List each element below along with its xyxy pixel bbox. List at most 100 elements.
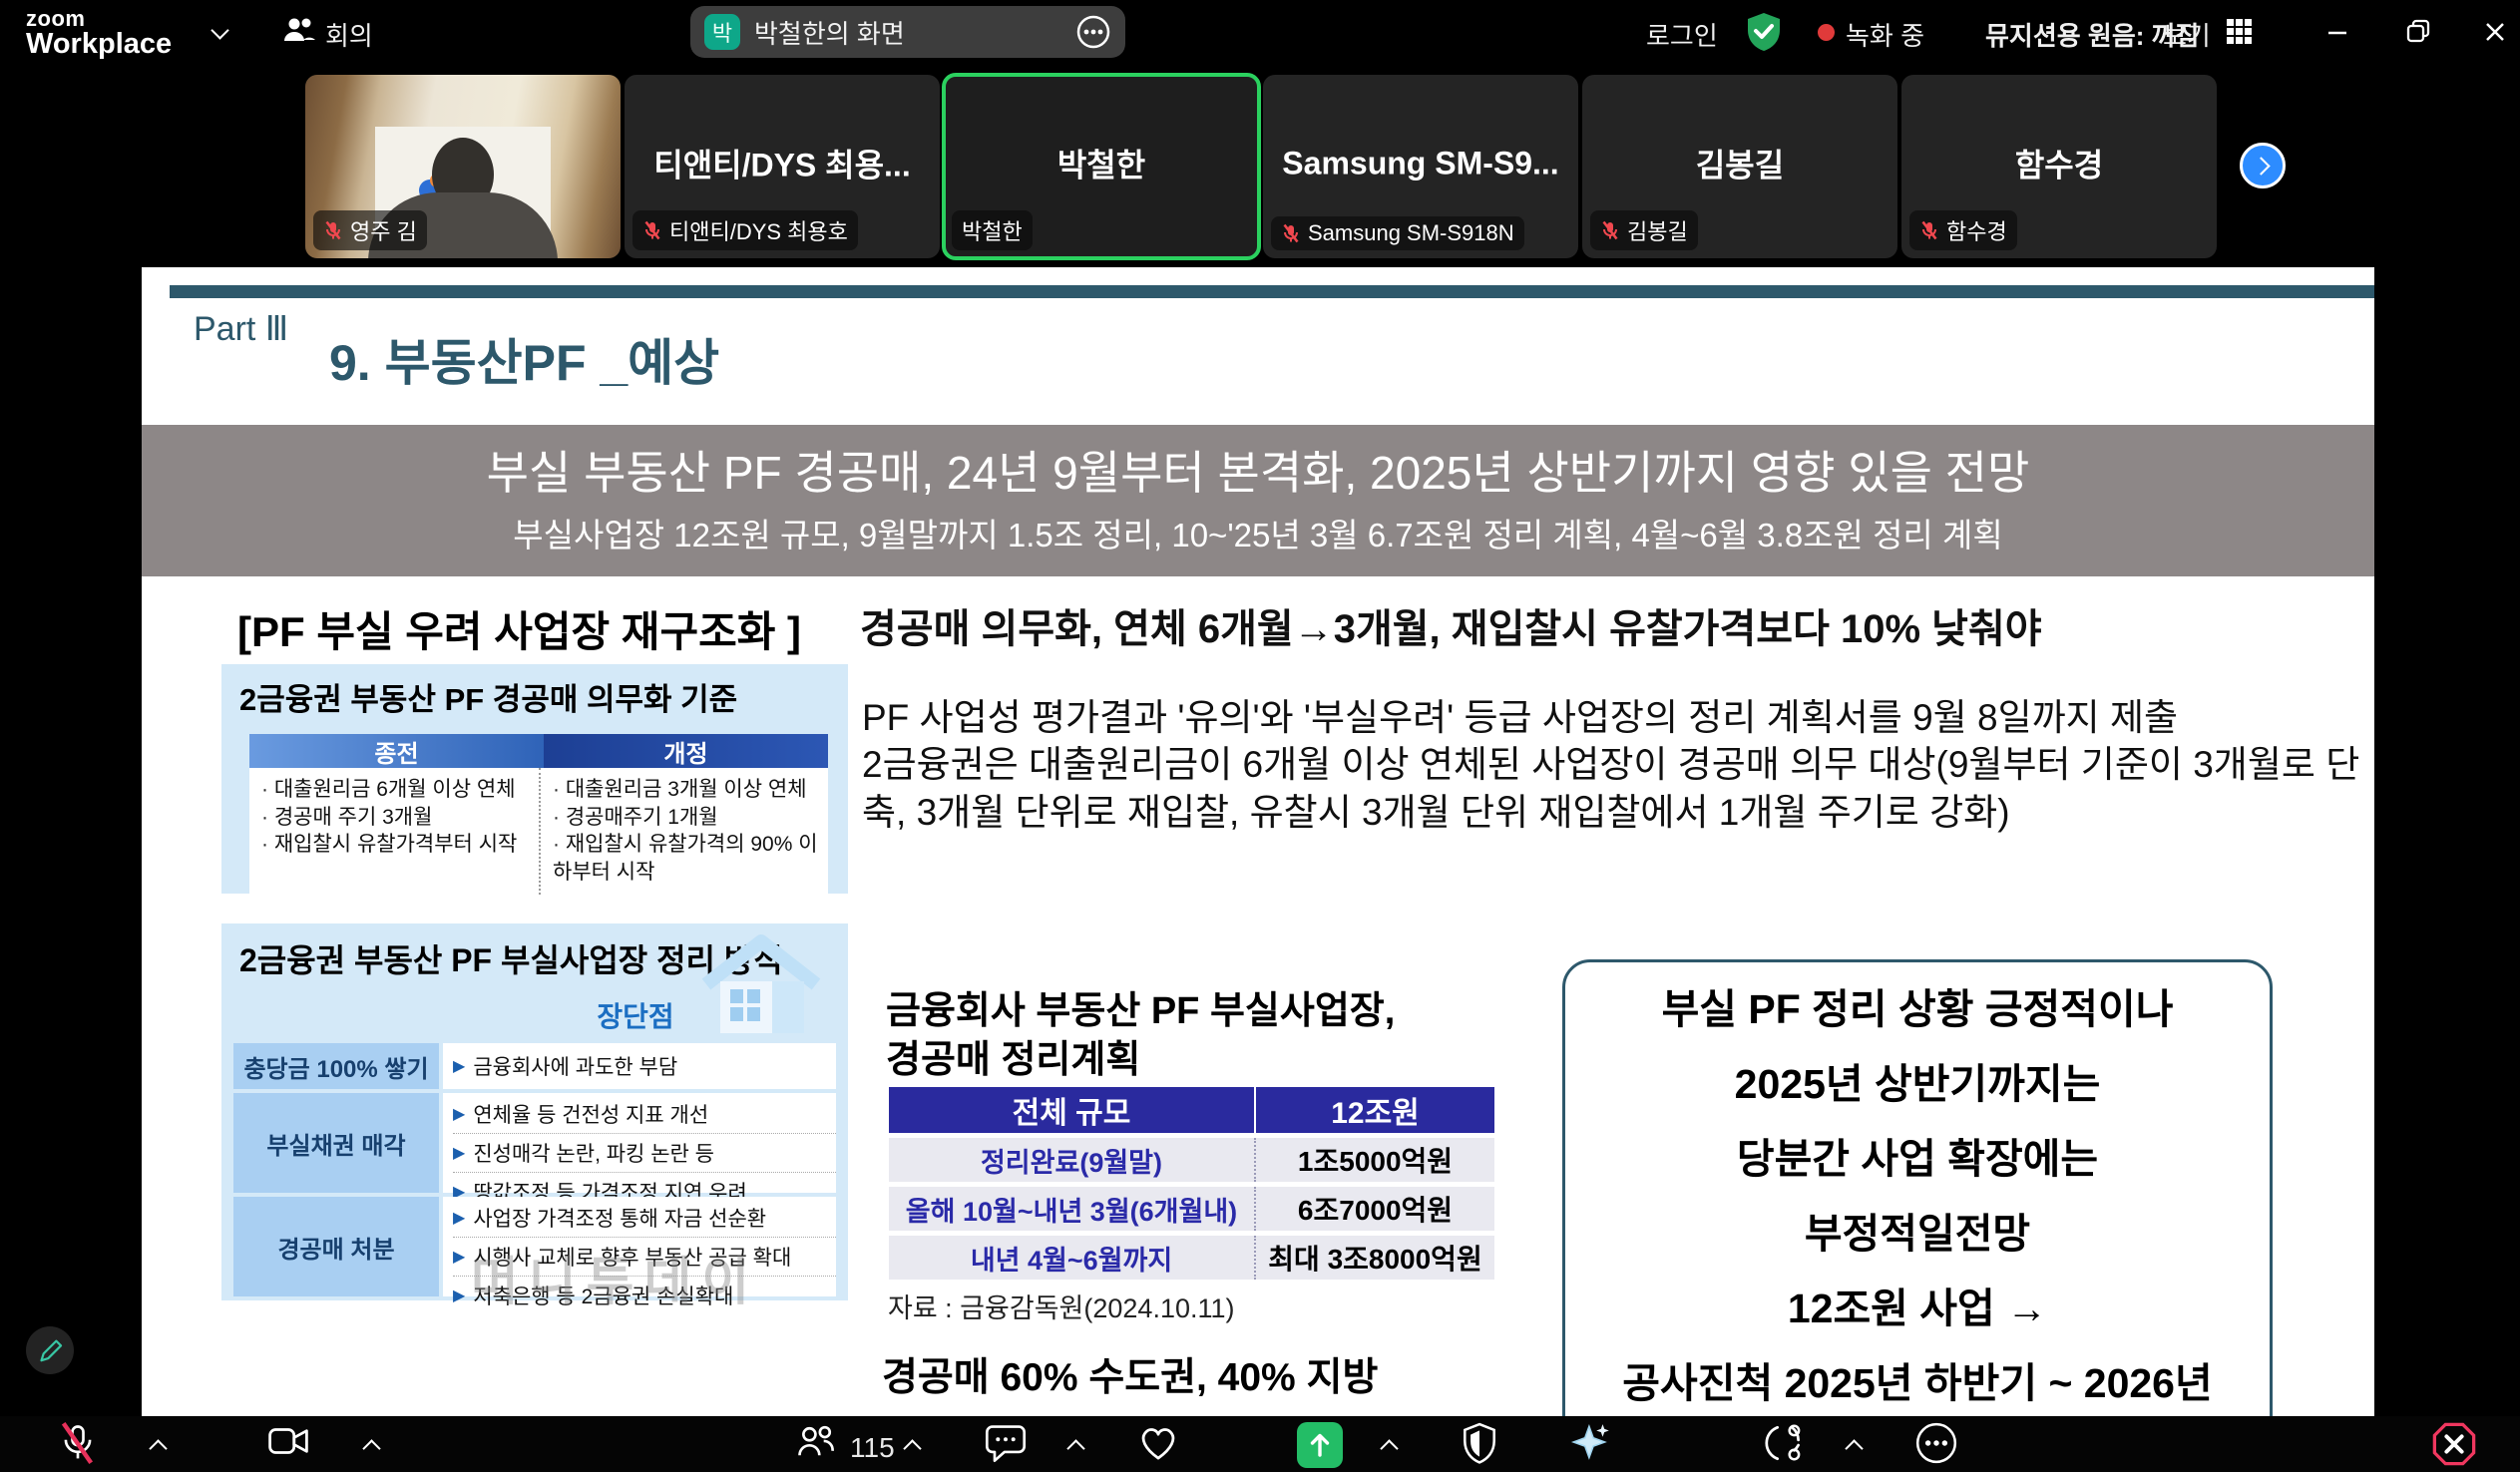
participants-count: 115 bbox=[850, 1432, 895, 1464]
watermark: 머니투데이 bbox=[471, 1240, 759, 1314]
meeting-tab-label[interactable]: 회의 bbox=[325, 16, 373, 53]
breakout-rooms-button[interactable] bbox=[1762, 1420, 1808, 1466]
view-button[interactable]: 보기 bbox=[2163, 16, 2211, 53]
next-participants-page-button[interactable] bbox=[2240, 143, 2286, 188]
after-item: 재입찰시 유찰가격의 90% 이하부터 시작 bbox=[553, 831, 820, 886]
mid-table-title-line2: 경공매 정리계획 bbox=[886, 1036, 1395, 1085]
participant-name-tag: Samsung SM-S918N bbox=[1271, 216, 1524, 250]
method-row: 충당금 100% 쌓기 ▶금융회사에 과도한 부담 bbox=[233, 1043, 836, 1089]
participant-name: Samsung SM-S918N bbox=[1308, 220, 1514, 246]
body-paragraphs: PF 사업성 평가결과 '유의'와 '부실우려' 등급 사업장의 정리 계획서를… bbox=[862, 694, 2374, 836]
pencil-icon bbox=[33, 1333, 67, 1367]
after-items: 대출원리금 3개월 이상 연체 경공매주기 1개월 재입찰시 유찰가격의 90%… bbox=[539, 768, 828, 895]
method-item: ▶사업장 가격조정 통해 자금 선순환 bbox=[453, 1199, 836, 1238]
ai-companion-button[interactable] bbox=[1568, 1420, 1614, 1466]
sparkle-icon bbox=[1568, 1420, 1614, 1466]
video-tile-tnt[interactable]: 티앤티/DYS 최용... 티앤티/DYS 최용호 bbox=[625, 75, 940, 258]
method-label: 경공매 처분 bbox=[233, 1197, 439, 1296]
annotate-button[interactable] bbox=[26, 1326, 74, 1374]
recording-indicator-icon bbox=[1818, 24, 1835, 41]
outlook-line: 공사진척 2025년 하반기 ~ 2026년 bbox=[1565, 1346, 2270, 1416]
view-grid-icon[interactable] bbox=[2223, 15, 2255, 47]
mid-table-title-line1: 금융회사 부동산 PF 부실사업장, bbox=[886, 987, 1395, 1036]
banner-line1: 부실 부동산 PF 경공매, 24년 9월부터 본격화, 2025년 상반기까지… bbox=[142, 437, 2374, 503]
participant-name: 티앤티/DYS 최용호 bbox=[669, 214, 848, 246]
video-button[interactable] bbox=[265, 1420, 311, 1462]
middle-headline: 경공매 의무화, 연체 6개월→3개월, 재입찰시 유찰가격보다 10% 낮춰야 bbox=[860, 596, 2042, 654]
video-tile-active-speaker[interactable]: 박철한 박철한 bbox=[944, 75, 1259, 258]
reactions-button[interactable] bbox=[1135, 1420, 1181, 1464]
outlook-box: 부실 PF 정리 상황 긍정적이나 2025년 상반기까지는 당분간 사업 확장… bbox=[1562, 959, 2273, 1416]
participant-name-tag: 영주 김 bbox=[313, 210, 427, 250]
chat-icon bbox=[984, 1420, 1028, 1464]
table-row: 올해 10월~내년 3월(6개월내) 6조7000억원 bbox=[889, 1187, 1494, 1231]
more-button[interactable] bbox=[1913, 1420, 1959, 1466]
table-header-row: 전체 규모 12조원 bbox=[889, 1087, 1494, 1133]
outlook-line: 12조원 사업 → bbox=[1565, 1272, 2270, 1346]
close-window-button[interactable] bbox=[2480, 17, 2510, 47]
participant-name: 함수경 bbox=[1946, 214, 2007, 246]
minimize-button[interactable] bbox=[2322, 18, 2352, 48]
participant-name-tag: 함수경 bbox=[1909, 210, 2017, 250]
video-tile-yeongju[interactable]: 영주 김 bbox=[305, 75, 621, 258]
triangle-bullet-icon: ▶ bbox=[453, 1247, 465, 1267]
mic-muted-icon bbox=[323, 220, 343, 240]
participant-name: 박철한 bbox=[962, 214, 1023, 246]
col-before-header: 종전 bbox=[249, 734, 544, 768]
mute-button[interactable] bbox=[56, 1420, 100, 1466]
triangle-bullet-icon: ▶ bbox=[453, 1208, 465, 1228]
row-value: 1조5000억원 bbox=[1256, 1138, 1494, 1182]
participants-button[interactable] bbox=[794, 1420, 838, 1464]
before-after-table: 종전 개정 대출원리금 6개월 이상 연체 경공매 주기 3개월 재입찰시 유찰… bbox=[249, 734, 828, 895]
participant-name-tag: 박철한 bbox=[952, 210, 1033, 250]
triangle-bullet-icon: ▶ bbox=[453, 1104, 465, 1124]
shield-check-icon[interactable] bbox=[1744, 11, 1784, 53]
after-item: 대출원리금 3개월 이상 연체 bbox=[553, 776, 820, 804]
slide-banner: 부실 부동산 PF 경공매, 24년 9월부터 본격화, 2025년 상반기까지… bbox=[142, 425, 2374, 576]
share-screen-button[interactable] bbox=[1297, 1422, 1343, 1468]
mic-muted-icon bbox=[1281, 223, 1301, 243]
method-row: 부실채권 매각 ▶연체율 등 건전성 지표 개선 ▶진성매각 논란, 파킹 논란… bbox=[233, 1093, 836, 1193]
participant-display-name: 함수경 bbox=[1901, 140, 2217, 185]
method-item: ▶금융회사에 과도한 부담 bbox=[453, 1047, 836, 1085]
shared-screen-pill[interactable]: 박 박철한의 화면 bbox=[690, 6, 1125, 58]
participant-display-name: Samsung SM-S9... bbox=[1263, 146, 1578, 183]
participant-name-tag: 김봉길 bbox=[1590, 210, 1698, 250]
header-cell: 전체 규모 bbox=[889, 1087, 1256, 1133]
video-tile-hamsugyeong[interactable]: 함수경 함수경 bbox=[1901, 75, 2217, 258]
video-tile-kimbonggil[interactable]: 김봉길 김봉길 bbox=[1582, 75, 1897, 258]
row-label: 내년 4월~6월까지 bbox=[889, 1236, 1256, 1280]
restore-window-button[interactable] bbox=[2402, 16, 2434, 48]
breakout-rooms-icon bbox=[1762, 1420, 1808, 1466]
row-label: 올해 10월~내년 3월(6개월내) bbox=[889, 1187, 1256, 1231]
house-icon bbox=[686, 929, 826, 1039]
outlook-line: 2025년 상반기까지는 bbox=[1565, 1047, 2270, 1122]
chevron-down-icon[interactable] bbox=[210, 21, 228, 39]
chat-button[interactable] bbox=[984, 1420, 1028, 1464]
mic-muted-icon bbox=[1600, 220, 1620, 240]
bottom-note: 경공매 60% 수도권, 40% 지방 bbox=[882, 1346, 1378, 1402]
method-item: ▶진성매각 논란, 파킹 논란 등 bbox=[453, 1134, 836, 1173]
cleanup-plan-table: 전체 규모 12조원 정리완료(9월말) 1조5000억원 올해 10월~내년 … bbox=[889, 1087, 1494, 1280]
outlook-line: 부실 PF 정리 상황 긍정적이나 bbox=[1565, 972, 2270, 1047]
paragraph-2: 2금융권은 대출원리금이 6개월 이상 연체된 사업장이 경공매 의무 대상(9… bbox=[862, 741, 2374, 836]
method-label: 부실채권 매각 bbox=[233, 1093, 439, 1193]
login-button[interactable]: 로그인 bbox=[1646, 16, 1718, 53]
before-item: 대출원리금 6개월 이상 연체 bbox=[261, 776, 531, 804]
triangle-bullet-icon: ▶ bbox=[453, 1286, 465, 1305]
more-options-icon[interactable] bbox=[1075, 14, 1111, 50]
video-tile-samsung[interactable]: Samsung SM-S9... Samsung SM-S918N bbox=[1263, 75, 1578, 258]
security-button[interactable] bbox=[1459, 1420, 1500, 1466]
meeting-toolbar bbox=[0, 1416, 2520, 1472]
leave-meeting-button[interactable] bbox=[2430, 1420, 2478, 1468]
mid-table-title: 금융회사 부동산 PF 부실사업장, 경공매 정리계획 bbox=[886, 987, 1395, 1086]
method-label: 충당금 100% 쌓기 bbox=[233, 1043, 439, 1089]
table-source: 자료 : 금융감독원(2024.10.11) bbox=[888, 1287, 1235, 1325]
left-heading: [PF 부실 우려 사업장 재구조화 ] bbox=[237, 598, 801, 659]
participant-display-name: 박철한 bbox=[944, 140, 1259, 185]
shared-screen-title: 박철한의 화면 bbox=[754, 14, 1061, 51]
auction-criteria-box: 2금융권 부동산 PF 경공매 의무화 기준 종전 개정 대출원리금 6개월 이… bbox=[221, 664, 848, 894]
mic-muted-icon bbox=[642, 220, 662, 240]
row-value: 6조7000억원 bbox=[1256, 1187, 1494, 1231]
participant-display-name: 김봉길 bbox=[1582, 140, 1897, 185]
